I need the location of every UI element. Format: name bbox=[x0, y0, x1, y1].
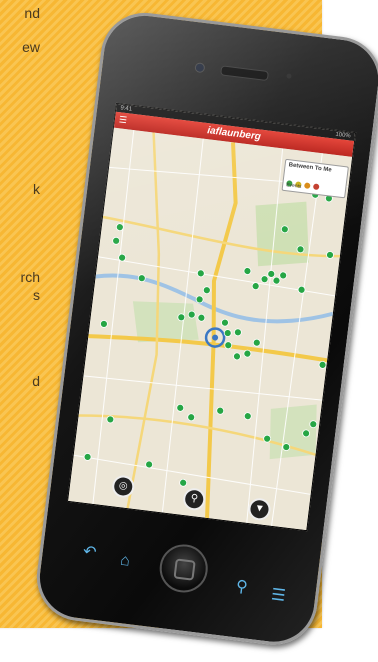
legend-title: Between To Me bbox=[288, 162, 332, 174]
bg-text-3: k bbox=[33, 181, 40, 197]
bg-text-4: rch bbox=[20, 269, 40, 285]
bg-text-2: ew bbox=[22, 39, 40, 55]
home-hardware-button[interactable] bbox=[156, 541, 211, 596]
speaker-grill bbox=[220, 65, 269, 82]
phone-body: 9:41 100% ☰ iaflaunberg Between To Me Ev… bbox=[31, 7, 378, 650]
proximity-sensor bbox=[286, 73, 292, 79]
background-text-column: nd ew k rch s d bbox=[0, 0, 40, 420]
legend-dot-red bbox=[312, 183, 320, 191]
bg-text-5: s bbox=[33, 287, 40, 303]
home-icon[interactable]: ⌂ bbox=[119, 552, 131, 570]
phone-screen: 9:41 100% ☰ iaflaunberg Between To Me Ev… bbox=[66, 102, 357, 532]
bg-text-6: d bbox=[32, 373, 40, 389]
list-icon[interactable]: ☰ bbox=[270, 586, 286, 605]
search-icon[interactable]: ⚲ bbox=[235, 578, 249, 596]
front-camera-icon bbox=[194, 62, 206, 74]
bg-text-1: nd bbox=[24, 5, 40, 21]
legend-dot-orange bbox=[303, 182, 311, 190]
back-arrow-icon[interactable]: ↶ bbox=[82, 543, 97, 562]
